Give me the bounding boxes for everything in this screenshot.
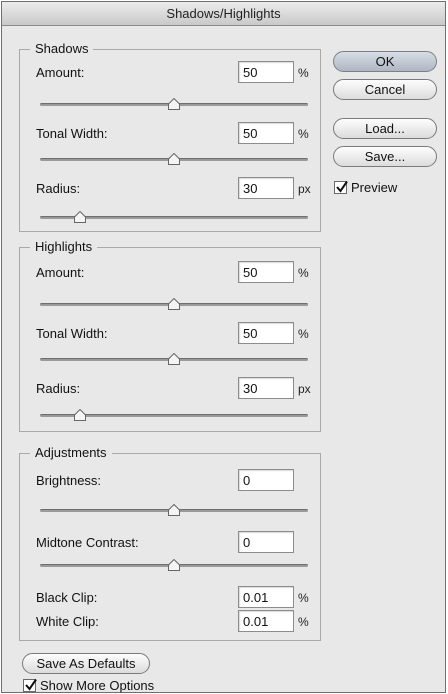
slider-thumb[interactable]	[168, 353, 180, 365]
midtone-contrast-label: Midtone Contrast:	[36, 535, 139, 550]
shadows-group: Shadows Amount: % Tonal Width: % Radius:…	[19, 40, 321, 232]
shadows-radius-slider[interactable]	[40, 211, 308, 223]
load-button[interactable]: Load...	[333, 118, 437, 139]
black-clip-input[interactable]	[238, 586, 294, 608]
save-as-defaults-button[interactable]: Save As Defaults	[22, 653, 150, 674]
shadows-tonal-width-unit: %	[298, 127, 309, 141]
dialog-window: Shadows/Highlights Shadows Amount: % Ton…	[1, 1, 446, 693]
ok-button[interactable]: OK	[333, 51, 437, 72]
brightness-slider[interactable]	[40, 504, 308, 516]
highlights-tonal-width-slider[interactable]	[40, 353, 308, 365]
midtone-contrast-slider[interactable]	[40, 559, 308, 571]
slider-thumb[interactable]	[168, 559, 180, 571]
slider-thumb[interactable]	[168, 504, 180, 516]
shadows-tonal-width-input[interactable]	[238, 122, 294, 144]
highlights-group: Highlights Amount: % Tonal Width: % Radi…	[19, 238, 321, 432]
slider-thumb[interactable]	[74, 409, 87, 421]
midtone-contrast-input[interactable]	[238, 531, 294, 553]
white-clip-input[interactable]	[238, 610, 294, 632]
highlights-radius-label: Radius:	[36, 381, 81, 396]
shadows-tonal-width-label: Tonal Width:	[36, 126, 108, 141]
checkbox-box[interactable]	[23, 678, 37, 692]
highlights-amount-label: Amount:	[36, 265, 85, 280]
slider-thumb[interactable]	[168, 153, 180, 165]
cancel-button[interactable]: Cancel	[333, 79, 437, 100]
adjustments-title: Adjustments	[30, 444, 112, 462]
shadows-radius-label: Radius:	[36, 181, 81, 196]
black-clip-unit: %	[298, 591, 309, 605]
highlights-tonal-width-input[interactable]	[238, 322, 294, 344]
highlights-amount-input[interactable]	[238, 261, 294, 283]
highlights-tonal-width-unit: %	[298, 327, 309, 341]
show-more-options-label: Show More Options	[40, 678, 155, 693]
window-title: Shadows/Highlights	[2, 2, 445, 26]
highlights-tonal-width-label: Tonal Width:	[36, 326, 108, 341]
brightness-label: Brightness:	[36, 473, 102, 488]
shadows-amount-label: Amount:	[36, 65, 85, 80]
save-button[interactable]: Save...	[333, 146, 437, 167]
checkmark-icon	[25, 678, 37, 691]
brightness-input[interactable]	[238, 469, 294, 491]
shadows-amount-slider[interactable]	[40, 98, 308, 110]
highlights-amount-unit: %	[298, 266, 309, 280]
highlights-amount-slider[interactable]	[40, 298, 308, 310]
preview-label: Preview	[351, 180, 398, 195]
shadows-amount-input[interactable]	[238, 61, 294, 83]
highlights-radius-slider[interactable]	[40, 409, 308, 421]
highlights-radius-input[interactable]	[238, 377, 294, 399]
shadows-amount-unit: %	[298, 66, 309, 80]
white-clip-unit: %	[298, 615, 309, 629]
checkmark-icon	[336, 180, 348, 193]
checkbox-box[interactable]	[334, 180, 348, 194]
shadows-radius-unit: px	[298, 182, 311, 196]
slider-thumb[interactable]	[168, 98, 180, 110]
slider-thumb[interactable]	[74, 211, 87, 223]
adjustments-group: Adjustments Brightness: Midtone Contrast…	[19, 444, 321, 641]
white-clip-label: White Clip:	[36, 614, 99, 629]
slider-thumb[interactable]	[168, 298, 180, 310]
shadows-radius-input[interactable]	[238, 177, 294, 199]
shadows-tonal-width-slider[interactable]	[40, 153, 308, 165]
shadows-title: Shadows	[30, 40, 94, 58]
highlights-radius-unit: px	[298, 382, 311, 396]
black-clip-label: Black Clip:	[36, 590, 98, 605]
highlights-title: Highlights	[30, 238, 98, 256]
